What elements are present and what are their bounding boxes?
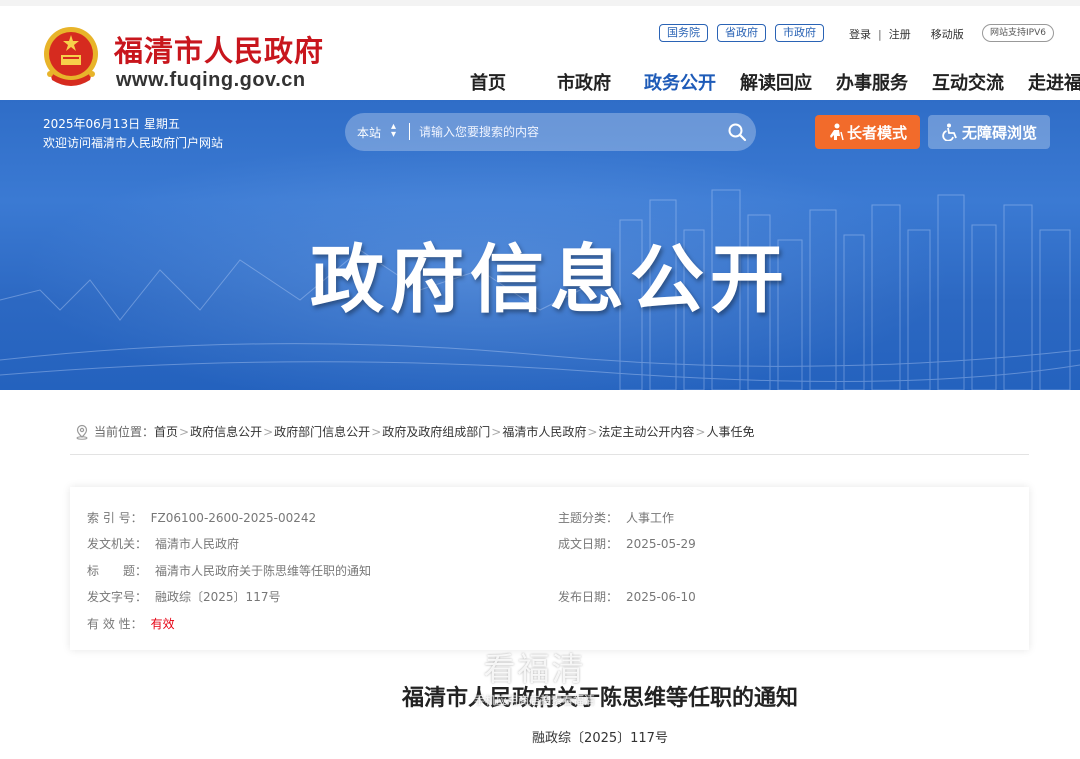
info-title-value: 福清市人民政府关于陈思维等任职的通知 xyxy=(155,564,372,578)
breadcrumb-legal-content[interactable]: 法定主动公开内容 xyxy=(598,423,694,440)
info-docno-value: 融政综〔2025〕117号 xyxy=(155,590,281,604)
breadcrumb-gov-info[interactable]: 政府信息公开 xyxy=(190,423,262,440)
main-nav: 首页 市政府 政务公开 解读回应 办事服务 互动交流 走进福清 xyxy=(440,69,1080,95)
current-date: 2025年06月13日 星期五 xyxy=(43,117,180,131)
search-divider xyxy=(409,123,410,140)
date-welcome: 2025年06月13日 星期五 欢迎访问福清市人民政府门户网站 xyxy=(43,115,223,153)
divider: | xyxy=(878,27,882,41)
info-topic-value: 人事工作 xyxy=(626,511,675,525)
info-date-label: 成文日期： xyxy=(558,537,619,551)
site-url[interactable]: www.fuqing.gov.cn xyxy=(116,69,306,92)
info-issuer: 发文机关： 福清市人民政府 xyxy=(87,535,239,552)
elder-icon xyxy=(829,123,844,141)
info-pubdate: 发布日期： 2025-06-10 xyxy=(558,588,696,605)
info-topic-label: 主题分类： xyxy=(558,511,619,525)
info-docno: 发文字号： 融政综〔2025〕117号 xyxy=(87,588,280,605)
nav-item-home[interactable]: 首页 xyxy=(448,69,528,95)
breadcrumb-fuqing-gov[interactable]: 福清市人民政府 xyxy=(502,423,586,440)
elder-mode-button[interactable]: 长者模式 xyxy=(815,115,920,149)
breadcrumb: 当前位置： 首页 > 政府信息公开 > 政府部门信息公开 > 政府及政府组成部门 > 福… xyxy=(74,423,755,440)
info-validity-value: 有效 xyxy=(150,617,175,631)
info-docno-label: 发文字号： xyxy=(87,590,148,604)
wheelchair-icon xyxy=(942,123,957,141)
nav-item-gov-affairs[interactable]: 政务公开 xyxy=(640,69,720,95)
search-icon[interactable] xyxy=(727,122,747,142)
info-validity-label: 有 效 性： xyxy=(87,617,143,631)
info-issuer-value: 福清市人民政府 xyxy=(155,537,240,551)
search-scope-select[interactable]: 本站 xyxy=(357,124,381,141)
site-header: 福清市人民政府 www.fuqing.gov.cn 国务院 省政府 市政府 登录… xyxy=(0,0,1080,100)
nav-item-interaction[interactable]: 互动交流 xyxy=(928,69,1008,95)
document-info-card: 索 引 号： FZ06100-2600-2025-00242 主题分类： 人事工作 … xyxy=(70,487,1029,650)
banner-title: 政府信息公开 xyxy=(310,237,790,323)
top-links: 登录 | 注册 移动版 xyxy=(849,26,964,42)
divider xyxy=(70,454,1029,455)
gov-link-state-council[interactable]: 国务院 xyxy=(659,24,708,42)
info-date: 成文日期： 2025-05-29 xyxy=(558,535,696,552)
scope-toggle-icon[interactable]: ▴ ▾ xyxy=(391,122,396,140)
info-index: 索 引 号： FZ06100-2600-2025-00242 xyxy=(87,509,316,526)
accessibility-label: 无障碍浏览 xyxy=(961,123,1037,142)
nav-item-city-gov[interactable]: 市政府 xyxy=(544,69,624,95)
content-panel: 当前位置： 首页 > 政府信息公开 > 政府部门信息公开 > 政府及政府组成部门 > 福… xyxy=(43,390,1057,759)
info-pubdate-label: 发布日期： xyxy=(558,590,619,604)
info-date-value: 2025-05-29 xyxy=(626,537,696,551)
info-topic: 主题分类： 人事工作 xyxy=(558,509,674,526)
info-issuer-label: 发文机关： xyxy=(87,537,148,551)
elder-mode-label: 长者模式 xyxy=(846,123,907,142)
nav-item-services[interactable]: 办事服务 xyxy=(832,69,912,95)
breadcrumb-personnel[interactable]: 人事任免 xyxy=(706,423,754,440)
breadcrumb-gov-depts[interactable]: 政府及政府组成部门 xyxy=(382,423,490,440)
gov-link-city[interactable]: 市政府 xyxy=(775,24,824,42)
breadcrumb-dept-info[interactable]: 政府部门信息公开 xyxy=(274,423,370,440)
national-emblem-icon[interactable] xyxy=(40,24,102,90)
banner: 2025年06月13日 星期五 欢迎访问福清市人民政府门户网站 本站 ▴▾ 长者… xyxy=(0,100,1080,390)
breadcrumb-prefix: 当前位置： xyxy=(94,425,155,439)
breadcrumb-home[interactable]: 首页 xyxy=(154,423,178,440)
document-number: 融政综〔2025〕117号 xyxy=(532,731,668,746)
info-pubdate-value: 2025-06-10 xyxy=(626,590,696,604)
info-title-label: 标 题： xyxy=(87,564,148,578)
info-title: 标 题： 福清市人民政府关于陈思维等任职的通知 xyxy=(87,562,371,579)
site-name[interactable]: 福清市人民政府 xyxy=(114,28,324,70)
register-link[interactable]: 注册 xyxy=(889,26,911,42)
info-index-value: FZ06100-2600-2025-00242 xyxy=(150,511,317,525)
info-index-label: 索 引 号： xyxy=(87,511,143,525)
gov-link-province[interactable]: 省政府 xyxy=(717,24,766,42)
search-input[interactable] xyxy=(419,122,719,142)
login-link[interactable]: 登录 xyxy=(849,26,871,42)
location-pin-icon xyxy=(76,424,88,440)
gov-links: 国务院 省政府 市政府 xyxy=(659,24,824,42)
nav-item-about-fuqing[interactable]: 走进福清 xyxy=(1024,69,1080,95)
search-box: 本站 ▴ ▾ xyxy=(345,113,756,151)
welcome-text: 欢迎访问福清市人民政府门户网站 xyxy=(43,136,224,150)
ipv6-badge: 网站支持IPV6 xyxy=(982,24,1054,42)
info-validity: 有 效 性： 有效 xyxy=(87,615,175,632)
mobile-link[interactable]: 移动版 xyxy=(931,26,964,42)
accessibility-button[interactable]: 无障碍浏览 xyxy=(928,115,1050,149)
nav-item-interpretation[interactable]: 解读回应 xyxy=(736,69,816,95)
document-title: 福清市人民政府关于陈思维等任职的通知 xyxy=(401,686,798,711)
